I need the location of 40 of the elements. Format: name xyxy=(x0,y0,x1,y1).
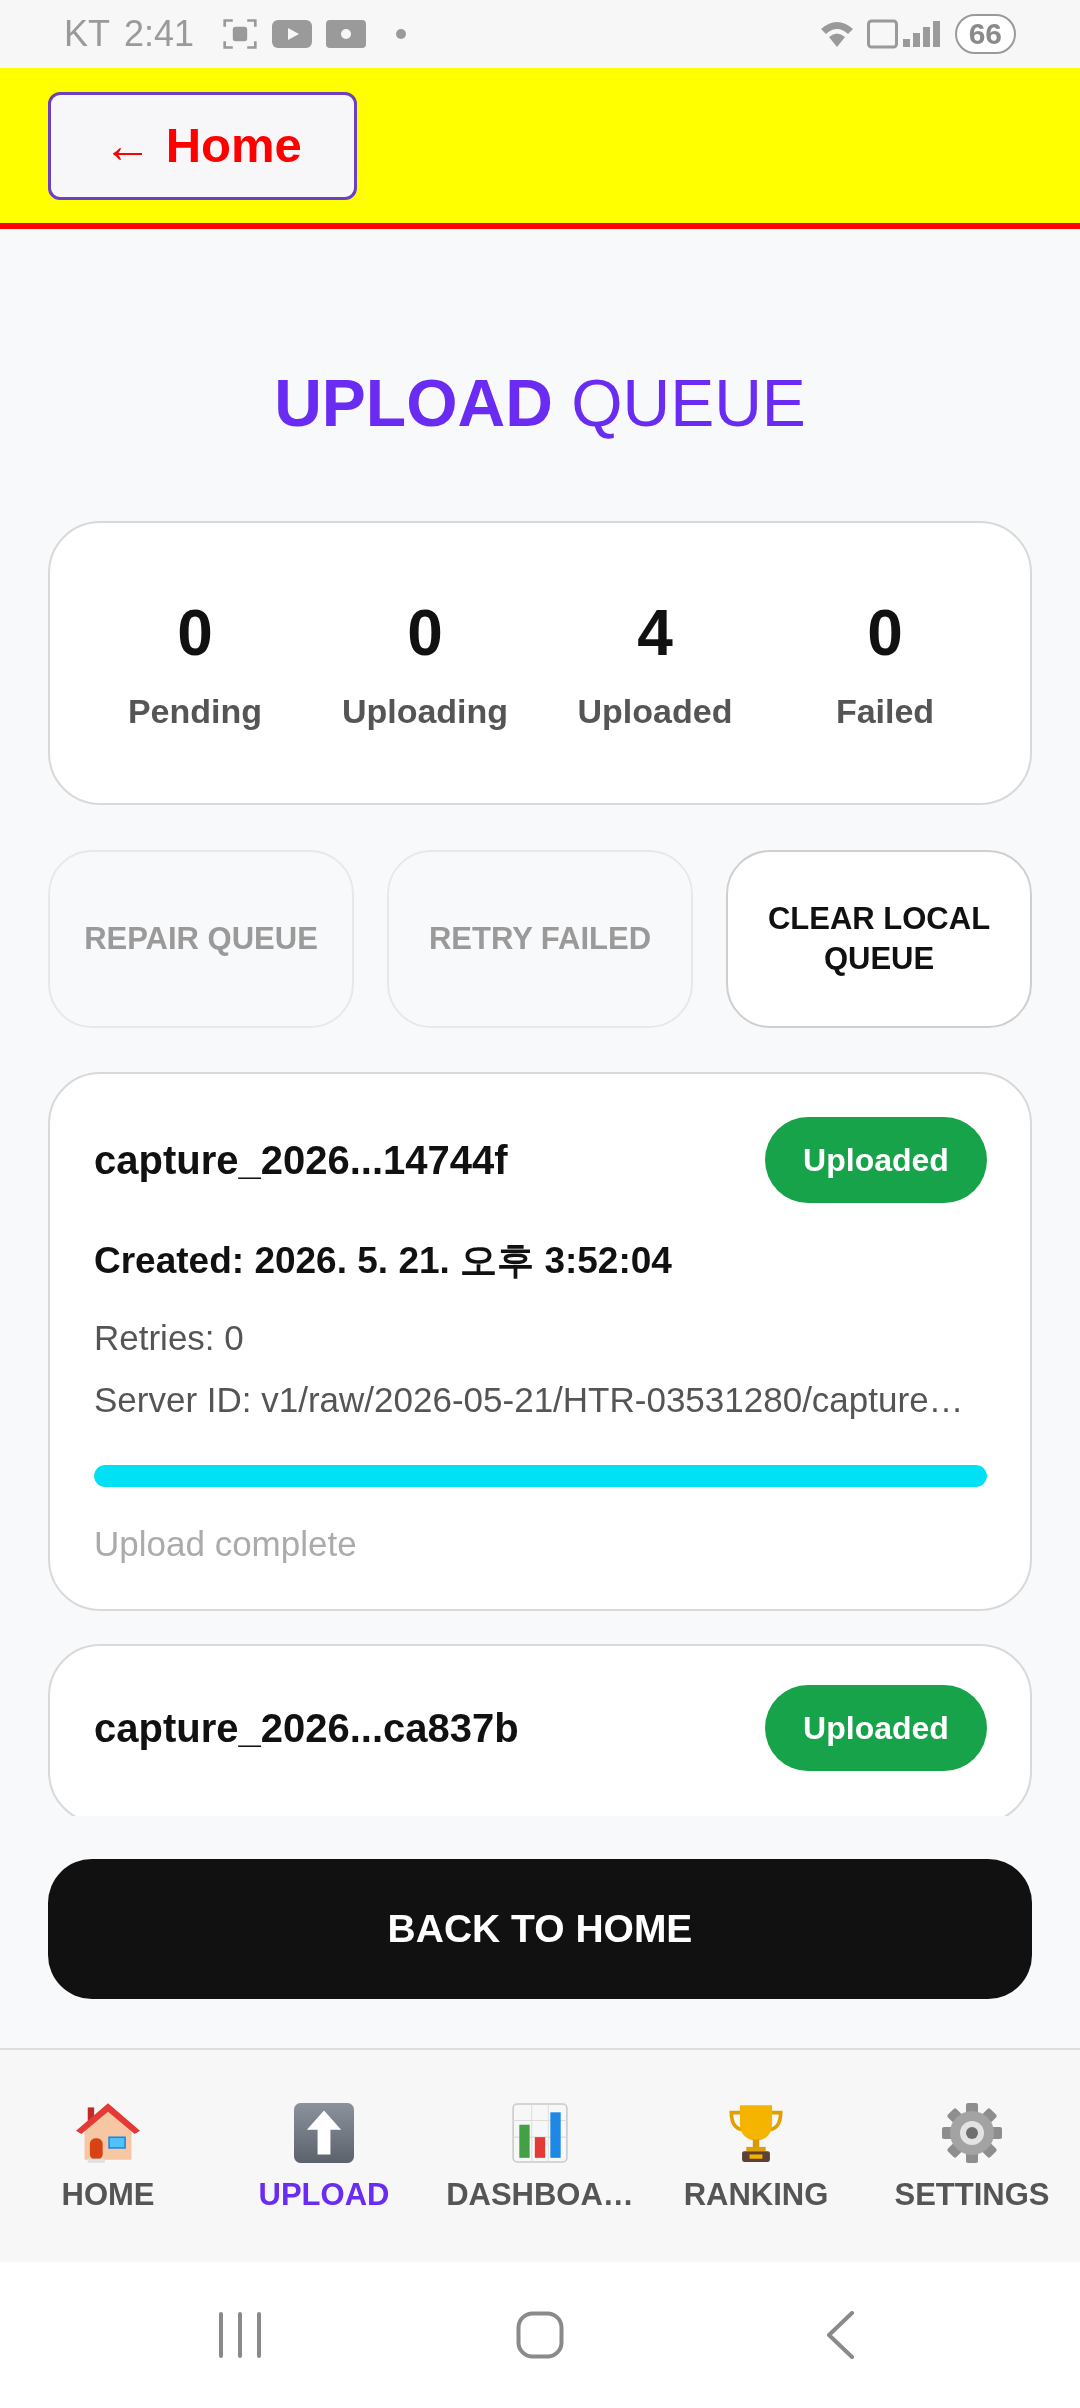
queue-action-button[interactable]: CLEAR LOCAL QUEUE xyxy=(726,850,1032,1028)
stat-value: 0 xyxy=(177,596,213,671)
status-badge: Uploaded xyxy=(765,1117,987,1203)
status-badge: Uploaded xyxy=(765,1685,987,1771)
stat-value: 0 xyxy=(407,596,443,671)
file-name: capture_2026...ca837b xyxy=(94,1705,519,1752)
battery-level: 66 xyxy=(954,14,1016,54)
carrier-label: KT xyxy=(64,16,110,52)
stat-label: Uploading xyxy=(341,691,509,731)
progress-status: Upload complete xyxy=(94,1524,358,1564)
nav-tab[interactable]: RANKING xyxy=(648,2050,864,2262)
retries-count: Retries: 0 xyxy=(94,1318,245,1358)
status-time: 2:41 xyxy=(124,16,195,52)
house-icon xyxy=(76,2103,140,2163)
notification-icon xyxy=(326,20,367,48)
stat-label: Pending xyxy=(127,691,263,731)
trophy-icon xyxy=(728,2103,784,2163)
dot-icon xyxy=(396,29,407,39)
server-id: Server ID: v1/raw/2026-05-21/HTR-03531280/capture… xyxy=(94,1380,965,1420)
back-nav-icon[interactable] xyxy=(825,2311,855,2359)
stat-value: 4 xyxy=(637,596,673,671)
created-date: Created: 2026. 5. 21. 오후 3:52:04 xyxy=(94,1239,673,1283)
stat-label: Uploaded xyxy=(577,691,733,731)
stat-label: Failed xyxy=(835,691,935,731)
page-title: UPLOAD QUEUE xyxy=(273,365,807,442)
signal-icon xyxy=(866,19,943,49)
stat-value: 0 xyxy=(867,596,903,671)
nav-tab[interactable]: SETTINGS xyxy=(864,2050,1080,2262)
nav-tab[interactable]: DASHBOA… xyxy=(432,2050,648,2262)
back-to-home-button[interactable]: BACK TO HOME xyxy=(48,1859,1032,1999)
nav-tab[interactable]: UPLOAD xyxy=(216,2050,432,2262)
screenshot-icon xyxy=(222,16,259,52)
bar-chart-icon xyxy=(512,2103,568,2163)
nav-tab[interactable]: HOME xyxy=(0,2050,216,2262)
home-nav-icon[interactable] xyxy=(516,2311,564,2359)
gear-icon xyxy=(942,2103,1002,2163)
file-name: capture_2026...14744f xyxy=(94,1137,508,1184)
play-icon xyxy=(272,20,313,48)
recent-apps-icon[interactable] xyxy=(217,2312,263,2358)
home-back-button[interactable]: ← Home xyxy=(48,92,357,200)
